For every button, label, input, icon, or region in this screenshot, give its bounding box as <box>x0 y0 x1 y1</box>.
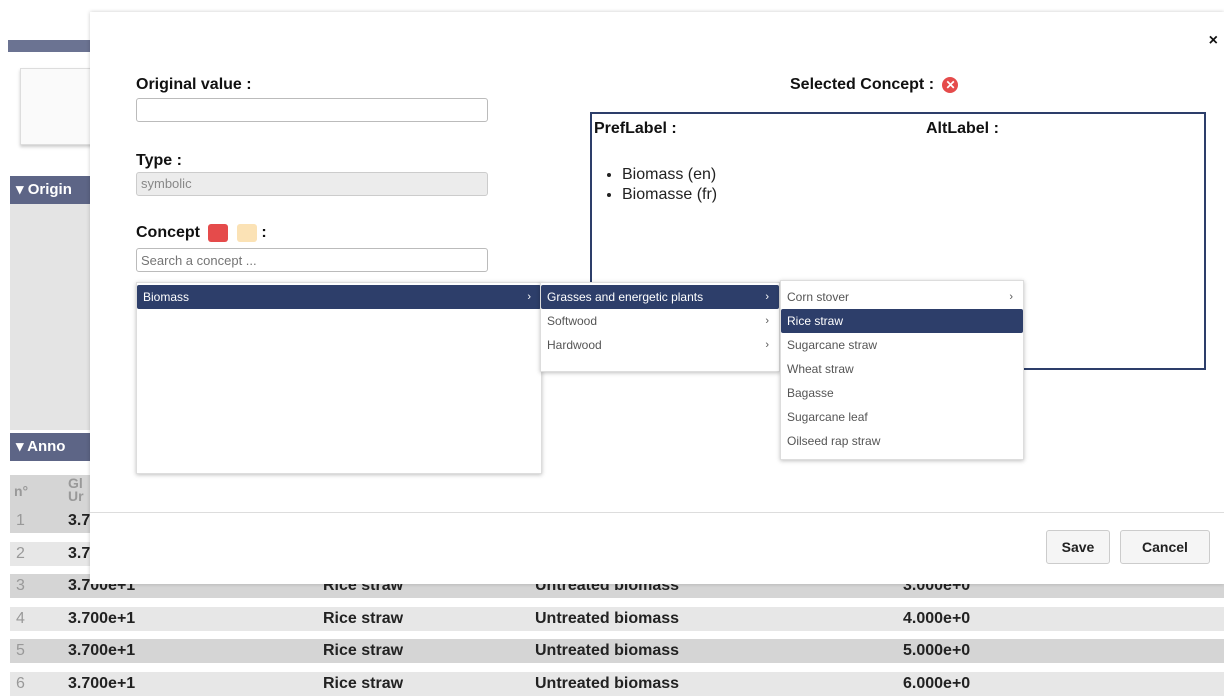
original-value-input[interactable] <box>136 98 488 122</box>
original-value-label: Original value : <box>136 76 252 93</box>
cell-value-d: 4.000e+0 <box>903 609 971 627</box>
cell-value-d: 5.000e+0 <box>903 642 971 659</box>
concept-colon: : <box>261 224 267 242</box>
cancel-button[interactable]: Cancel <box>1120 530 1210 564</box>
preflabel-label: PrefLabel : <box>594 120 677 137</box>
row-number: 3 <box>16 577 25 594</box>
type-label: Type : <box>136 152 182 169</box>
menu-item-label: Softwood <box>547 314 598 328</box>
menu-item[interactable]: Wheat straw <box>781 357 1023 381</box>
chevron-right-icon: › <box>1009 291 1013 303</box>
table-row[interactable]: 6 3.700e+1 Rice straw Untreated biomass 6.00… <box>10 671 1224 696</box>
concept-label-row: Concept : <box>136 224 267 242</box>
row-number: 2 <box>16 544 25 562</box>
cell-value-b: Rice straw <box>323 609 404 627</box>
menu-item-label: Corn stover <box>787 290 850 304</box>
cell-value-c: Untreated biomass <box>535 674 680 692</box>
menu-item-label: Sugarcane leaf <box>787 410 868 424</box>
row-number: 6 <box>16 674 25 692</box>
menu-item[interactable]: Corn stover › <box>781 285 1023 309</box>
type-field: symbolic <box>136 172 488 196</box>
menu-item-label: Rice straw <box>787 314 844 328</box>
cell-value-a: 3.700e+1 <box>68 642 136 659</box>
concept-search-input[interactable] <box>136 248 488 272</box>
cell-value-a: 3.700e+1 <box>68 674 136 692</box>
cell-value-a: 3.7 <box>68 544 91 562</box>
chevron-right-icon: › <box>765 291 769 303</box>
cell-value-a: 3.700e+1 <box>68 609 136 627</box>
concept-menu-level3: Corn stover › Rice straw Sugarcane straw Whe… <box>780 280 1024 460</box>
selected-concept-row: Selected Concept : ✕ <box>790 76 959 94</box>
menu-item[interactable]: Biomass › <box>137 285 541 309</box>
menu-item[interactable]: Oilseed rap straw <box>781 429 1023 453</box>
menu-item-label: Biomass <box>143 290 190 304</box>
column-header-gl: Gl Ur <box>68 475 84 504</box>
cell-value-c: Untreated biomass <box>535 609 680 627</box>
menu-item[interactable]: Bagasse <box>781 381 1023 405</box>
menu-item-label: Hardwood <box>547 338 602 352</box>
section-anno-label: Anno <box>27 438 66 455</box>
page-top-bar <box>8 40 98 52</box>
menu-item-label: Oilseed rap straw <box>787 434 881 448</box>
menu-item[interactable]: Sugarcane straw <box>781 333 1023 357</box>
cell-value-b: Rice straw <box>323 674 404 692</box>
preflabel-list: Biomass (en) Biomasse (fr) <box>622 166 717 206</box>
section-origin-panel <box>10 204 100 430</box>
remove-icon[interactable]: ✕ <box>942 76 959 93</box>
cell-value-d: 6.000e+0 <box>903 674 971 692</box>
chevron-right-icon: › <box>765 315 769 327</box>
concept-label: Concept <box>136 224 200 242</box>
menu-item[interactable]: Hardwood › <box>541 333 779 357</box>
section-origin-label: Origin <box>27 181 72 198</box>
cell-value-c: Untreated biomass <box>535 642 680 659</box>
concept-menu-level2: Grasses and energetic plants › Softwood › Ha… <box>540 282 780 372</box>
row-number: 5 <box>16 642 25 659</box>
chevron-right-icon: › <box>527 291 531 303</box>
menu-item[interactable]: Grasses and energetic plants › <box>541 285 779 309</box>
section-header-origin[interactable]: ▾ Origin <box>10 176 100 204</box>
menu-item-label: Grasses and energetic plants <box>547 290 704 304</box>
save-button[interactable]: Save <box>1046 530 1110 564</box>
preflabel-item: Biomasse (fr) <box>622 186 717 204</box>
table-row[interactable]: 4 3.700e+1 Rice straw Untreated biomass 4.00… <box>10 606 1224 631</box>
cell-value-b: Rice straw <box>323 642 404 659</box>
row-number: 4 <box>16 609 25 627</box>
warning-icon[interactable] <box>236 224 257 242</box>
menu-item-label: Wheat straw <box>787 362 854 376</box>
altlabel-label: AltLabel : <box>926 120 999 137</box>
table-row[interactable]: 5 3.700e+1 Rice straw Untreated biomass 5.00… <box>10 639 1224 663</box>
menu-item[interactable]: Rice straw <box>781 309 1023 333</box>
row-number: 1 <box>16 512 25 529</box>
concept-menu-level1: Biomass › <box>136 282 542 474</box>
cell-value-a: 3.7 <box>68 512 91 529</box>
close-icon[interactable]: × <box>1209 32 1218 50</box>
page-card <box>20 68 97 145</box>
flag-icon[interactable] <box>208 224 229 242</box>
menu-item[interactable]: Sugarcane leaf <box>781 405 1023 429</box>
chevron-right-icon: › <box>765 339 769 351</box>
preflabel-item: Biomass (en) <box>622 166 717 184</box>
modal-footer-divider <box>90 512 1224 513</box>
selected-concept-label: Selected Concept : <box>790 76 935 93</box>
section-header-annotations[interactable]: ▾ Anno <box>10 433 100 461</box>
menu-item-label: Bagasse <box>787 386 834 400</box>
menu-item[interactable]: Softwood › <box>541 309 779 333</box>
menu-item-label: Sugarcane straw <box>787 338 878 352</box>
column-header-n: n° <box>14 483 29 499</box>
